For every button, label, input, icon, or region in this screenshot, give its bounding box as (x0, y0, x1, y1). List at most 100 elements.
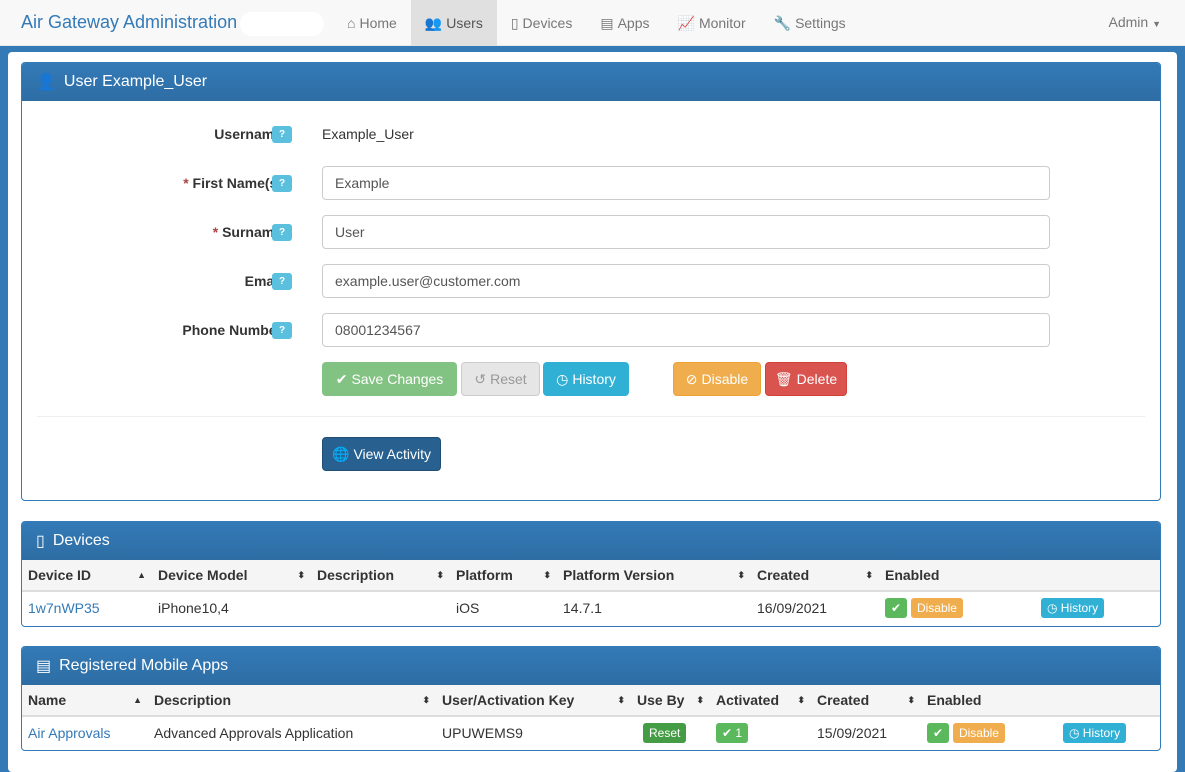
apps-icon: ▤ (600, 15, 614, 31)
users-icon: 👥 (424, 15, 443, 31)
caret-down-icon: ▼ (1152, 19, 1161, 29)
nav-devices[interactable]: ▯ Devices (497, 0, 587, 46)
disable-app-button[interactable]: Disable (952, 723, 1005, 743)
admin-label: Admin (1108, 14, 1149, 30)
main-container: 👤 User Example_User Username? Example_User… (8, 52, 1177, 772)
disable-device-button[interactable]: Disable (910, 598, 963, 618)
enabled-check-icon: ✔ (927, 723, 950, 743)
phone-label: Phone Number (182, 322, 282, 338)
delete-button[interactable]: 🗑 Delete (765, 362, 847, 396)
disable-button[interactable]: ⊘ Disable (673, 362, 761, 396)
nav-label: Home (359, 15, 397, 31)
button-label: Disable (701, 371, 749, 387)
phone-input[interactable] (322, 313, 1050, 347)
platform-version: 14.7.1 (563, 600, 602, 616)
redacted-area (240, 12, 324, 36)
home-icon: ⌂ (347, 15, 356, 31)
globe-icon: 🌐 (332, 445, 350, 462)
column-header[interactable]: Enabled (879, 560, 1160, 592)
devices-table: Device ID ▲ Device Model ⬍ Description ⬍ Pl… (22, 560, 1160, 624)
required-mark: * (212, 224, 219, 240)
nav-label: Users (446, 15, 483, 31)
nav-settings[interactable]: 🔧 Settings (760, 0, 860, 46)
mobile-icon: ▯ (510, 15, 519, 31)
button-label: Reset (490, 371, 527, 387)
user-icon: 👤 (36, 74, 56, 91)
reset-button[interactable]: ↺ Reset (461, 362, 540, 396)
column-header[interactable]: Platform ⬍ (450, 560, 557, 592)
admin-menu[interactable]: Admin ▼ (1109, 14, 1162, 30)
apps-panel: ▤ Registered Mobile Apps Name ▲ Descriptio… (21, 646, 1161, 751)
navbar: Air Gateway Administration ⌂ Home 👥 Users … (0, 0, 1185, 46)
divider (37, 416, 1145, 417)
app-history-button[interactable]: ◷ History (1062, 723, 1127, 743)
clock-icon: ◷ (556, 370, 569, 387)
nav-label: Devices (522, 15, 573, 31)
column-header[interactable]: Platform Version ⬍ (557, 560, 751, 592)
history-button[interactable]: ◷ History (543, 362, 629, 396)
panel-title: Devices (52, 532, 110, 549)
created-date: 16/09/2021 (757, 600, 828, 616)
enabled-check-icon: ✔ (885, 598, 908, 618)
panel-title: User Example_User (63, 73, 208, 90)
device-model: iPhone10,4 (158, 600, 229, 616)
column-header[interactable]: Name ▲ (22, 685, 148, 717)
column-header[interactable]: Device ID ▲ (22, 560, 152, 592)
first-name-input[interactable] (322, 166, 1050, 200)
column-header[interactable]: Description ⬍ (311, 560, 450, 592)
column-header[interactable]: Created ⬍ (751, 560, 879, 592)
nav-label: Monitor (698, 15, 746, 31)
required-mark: * (183, 175, 189, 191)
ban-icon: ⊘ (685, 370, 698, 387)
undo-icon: ↺ (474, 370, 487, 387)
save-changes-button[interactable]: ✔ Save Changes (322, 362, 457, 396)
column-header[interactable]: Activated ⬍ (710, 685, 811, 717)
device-description (311, 591, 450, 624)
check-icon: ✔ (335, 370, 348, 387)
nav-label: Settings (795, 15, 846, 31)
nav-apps[interactable]: ▤ Apps (586, 0, 663, 46)
column-header[interactable]: Description ⬍ (148, 685, 436, 717)
button-label: View Activity (353, 446, 431, 462)
view-activity-button[interactable]: 🌐 View Activity (322, 437, 441, 471)
button-label: History (572, 371, 616, 387)
brand-link[interactable]: Air Gateway Administration (21, 12, 237, 33)
apps-table: Name ▲ Description ⬍ User/Activation Key ⬍ … (22, 685, 1160, 749)
activation-key: UPUWEMS9 (442, 725, 523, 741)
button-label: Save Changes (351, 371, 444, 387)
column-header[interactable]: Created ⬍ (811, 685, 921, 717)
reset-use-by-button[interactable]: Reset (643, 723, 687, 743)
column-header[interactable]: Enabled (921, 685, 1160, 717)
help-icon[interactable]: ? (272, 224, 292, 241)
mobile-icon: ▯ (36, 533, 45, 550)
email-input[interactable] (322, 264, 1050, 298)
wrench-icon: 🔧 (773, 15, 792, 31)
activated-badge: ✔ 1 (716, 723, 749, 743)
nav-users[interactable]: 👥 Users (410, 0, 497, 46)
device-id-link[interactable]: 1w7nWP35 (28, 600, 100, 616)
help-icon[interactable]: ? (272, 175, 292, 192)
column-header[interactable]: Device Model ⬍ (152, 560, 311, 592)
devices-panel: ▯ Devices Device ID ▲ Device Model ⬍ Descri… (21, 521, 1161, 627)
help-icon[interactable]: ? (272, 126, 292, 143)
app-description: Advanced Approvals Application (154, 725, 354, 741)
platform: iOS (456, 600, 480, 616)
apps-icon: ▤ (36, 658, 52, 675)
surname-input[interactable] (322, 215, 1050, 249)
app-name-link[interactable]: Air Approvals (28, 725, 110, 741)
nav-monitor[interactable]: 📈 Monitor (664, 0, 760, 46)
help-icon[interactable]: ? (272, 273, 292, 290)
username-value: Example_User (322, 126, 414, 142)
column-header[interactable]: User/Activation Key ⬍ (436, 685, 631, 717)
device-history-button[interactable]: ◷ History (1040, 598, 1105, 618)
nav-home[interactable]: ⌂ Home (333, 0, 411, 46)
chart-icon: 📈 (677, 15, 695, 31)
table-row: 1w7nWP35 iPhone10,4 iOS 14.7.1 16/09/202… (22, 591, 1160, 624)
panel-title: Registered Mobile Apps (59, 657, 229, 674)
nav-label: Apps (617, 15, 650, 31)
help-icon[interactable]: ? (272, 322, 292, 339)
column-header[interactable]: Use By ⬍ (631, 685, 710, 717)
created-date: 15/09/2021 (817, 725, 888, 741)
table-row: Air Approvals Advanced Approvals Applica… (22, 716, 1160, 749)
first-name-label: First Name(s) (192, 175, 282, 191)
